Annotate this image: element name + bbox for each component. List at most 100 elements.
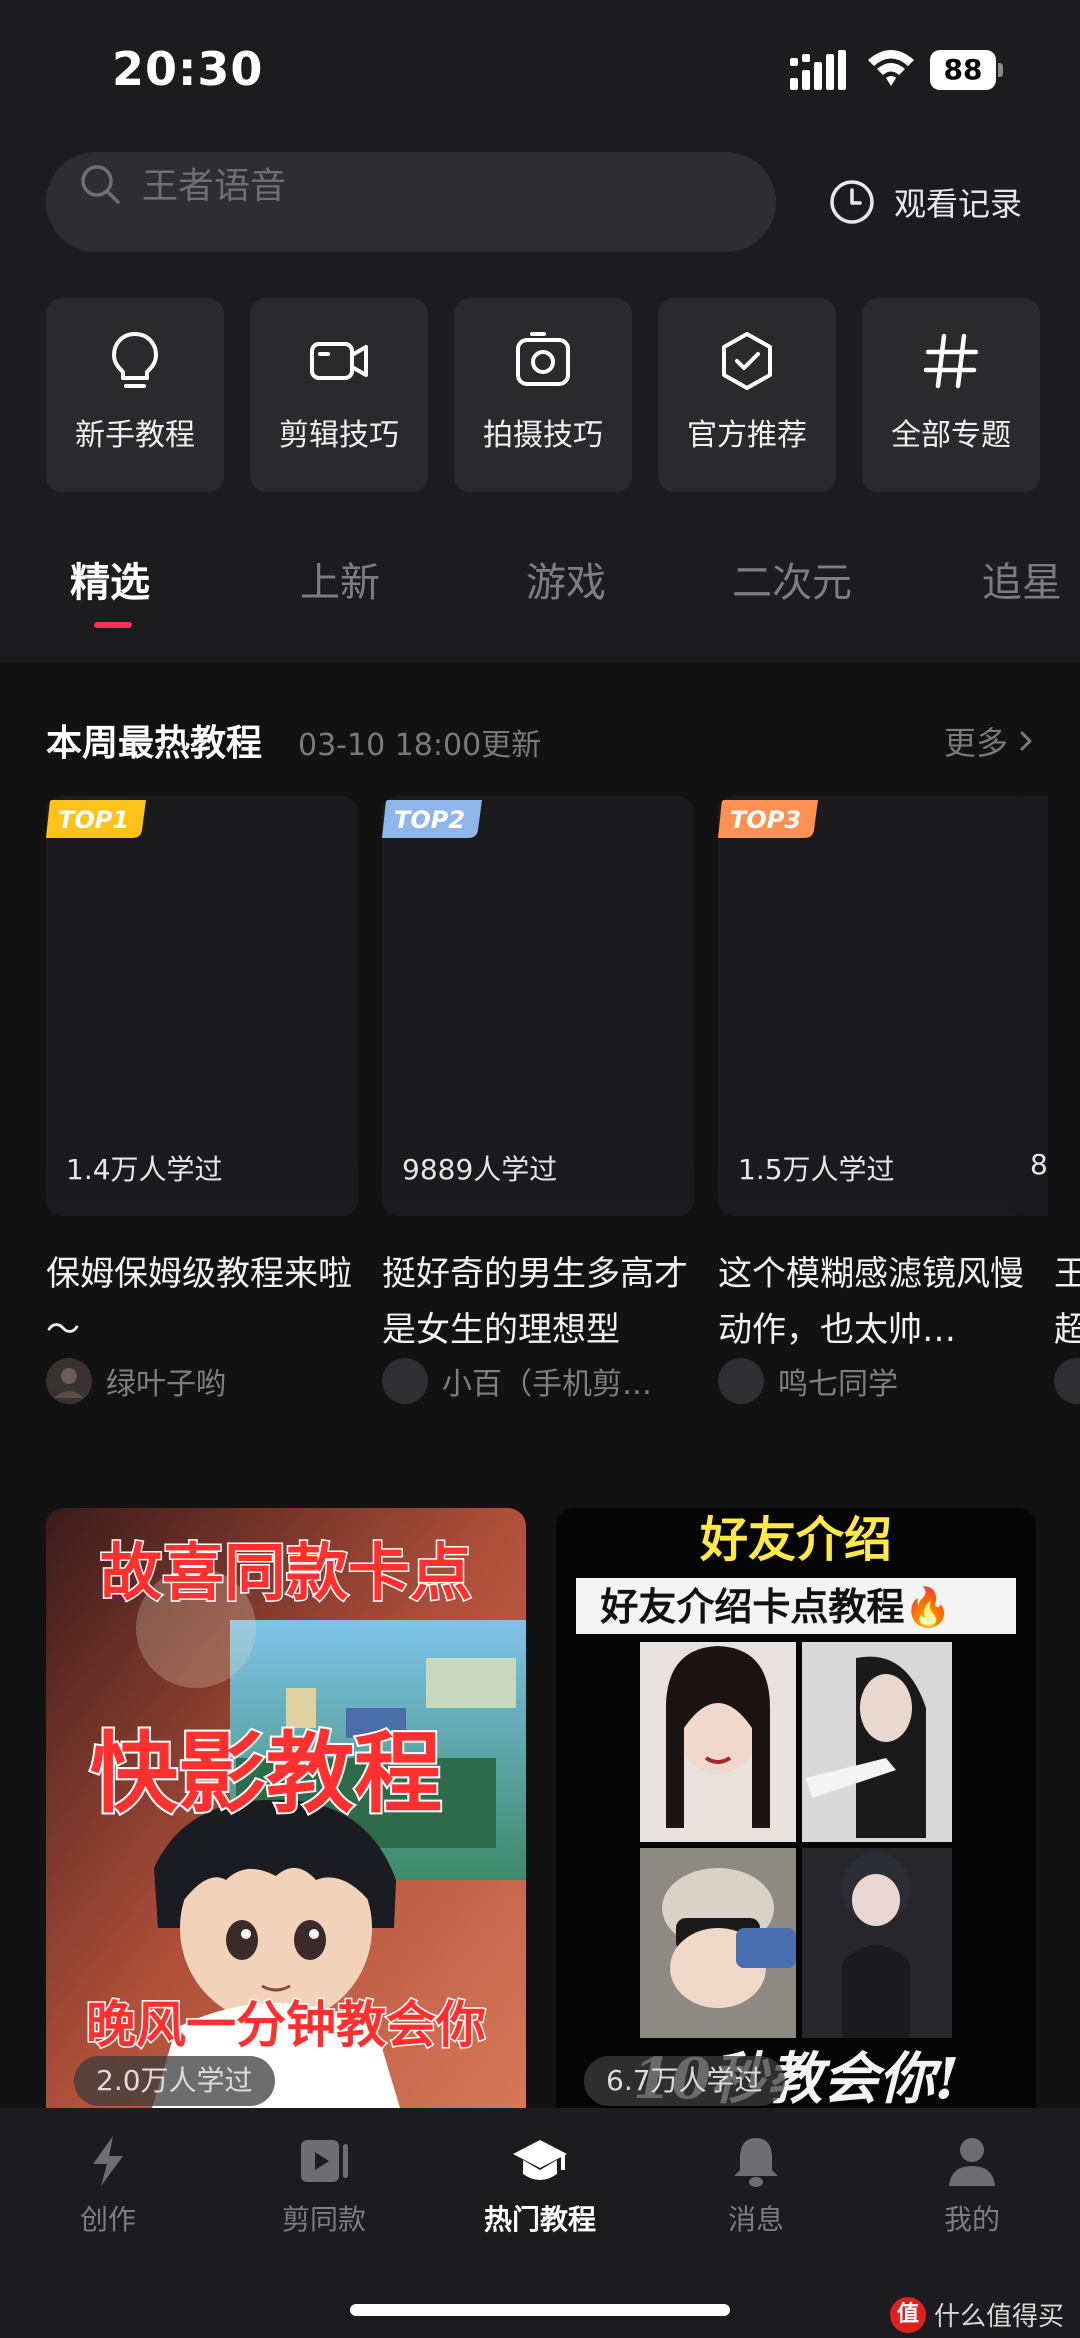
hot-section-title: 本周最热教程 <box>46 723 263 764</box>
watermark-text: 什么值得买 <box>933 2302 1064 2332</box>
feed-headline: 故喜同款卡点 <box>100 1536 472 1609</box>
wifi-icon <box>868 50 914 86</box>
tutorial-title: 王 超 <box>1054 1246 1080 1358</box>
category-shooting-tips[interactable]: 拍摄技巧 <box>454 298 632 492</box>
feed-subtitle: 快影教程 <box>90 1722 442 1825</box>
nav-templates[interactable]: 剪同款 <box>244 2132 404 2252</box>
category-editing-tips[interactable]: 剪辑技巧 <box>250 298 428 492</box>
watch-history-label: 观看记录 <box>894 185 1023 223</box>
tab-bar: 精选 上新 游戏 二次元 追星 <box>0 520 1080 660</box>
nav-label: 我的 <box>943 2203 1000 2236</box>
person-icon <box>949 2138 995 2186</box>
lightning-icon <box>93 2136 123 2186</box>
more-button[interactable]: 更多 <box>944 718 1036 764</box>
author-row: 小百（手机剪… <box>382 1356 694 1406</box>
tutorial-thumbnail: TOP1 1.4万人学过 <box>46 796 358 1216</box>
nav-create[interactable]: 创作 <box>28 2132 188 2252</box>
author-row: 绿叶子哟 <box>46 1356 358 1406</box>
feed-thumbnail: 故喜同款卡点 快影教程 晚风一分钟教会你 <box>46 1508 526 2108</box>
video-camera-icon <box>310 342 368 380</box>
tutorial-thumbnail: TOP3 1.5万人学过 <box>718 796 1030 1216</box>
more-label: 更多 <box>943 724 1008 762</box>
tab-anime[interactable]: 二次元 <box>732 550 852 608</box>
rank-badge: TOP3 <box>718 800 818 838</box>
nav-hot-tutorials[interactable]: 热门教程 <box>460 2132 620 2252</box>
tutorial-title-line: 超 <box>1054 1310 1080 1350</box>
feed-caption: 晚风一分钟教会你 <box>86 1996 486 2054</box>
tab-featured[interactable]: 精选 <box>70 550 150 608</box>
watermark-logo: 值 <box>889 2296 926 2333</box>
tutorial-feed: 故喜同款卡点 快影教程 晚风一分钟教会你 2.0万人学过 好友介绍 好友介绍卡点… <box>46 1508 1036 2108</box>
feed-card[interactable]: 好友介绍 好友介绍卡点教程🔥 10秒教会你! 6.7万人学过 <box>556 1508 1036 2108</box>
hot-tutorial-card[interactable]: TOP2 9889人学过 挺好奇的男生多高才是女生的理想型 小百（手机剪… <box>382 796 694 1404</box>
status-time: 20:30 <box>112 42 264 96</box>
battery-level: 88 <box>930 50 996 90</box>
hot-section-updated: 03-10 18:00更新 <box>298 728 542 763</box>
category-beginner[interactable]: 新手教程 <box>46 298 224 492</box>
nav-label: 热门教程 <box>483 2203 596 2236</box>
hashtag-icon <box>923 333 979 389</box>
nav-label: 剪同款 <box>281 2203 366 2236</box>
nav-messages[interactable]: 消息 <box>676 2132 836 2252</box>
feed-headline: 好友介绍 <box>699 1512 892 1568</box>
category-label: 官方推荐 <box>687 418 807 453</box>
hot-tutorial-card[interactable]: TOP1 1.4万人学过 保姆保姆级教程来啦～ 绿叶子哟 <box>46 796 358 1404</box>
learned-count: 1.4万人学过 <box>66 1153 223 1186</box>
header: 观看记录 <box>0 140 1080 260</box>
nav-label: 消息 <box>727 2203 784 2236</box>
feed-thumbnail: 好友介绍 好友介绍卡点教程🔥 10秒教会你! <box>556 1508 1036 2108</box>
tutorial-title: 保姆保姆级教程来啦～ <box>46 1254 352 1350</box>
tab-games[interactable]: 游戏 <box>526 550 606 608</box>
battery-icon: 88 <box>930 50 1003 90</box>
search-icon <box>81 165 120 204</box>
app-screen: 20:30 88 王者语音 观看记录 新手教程 剪辑技巧 拍摄技巧 官方推荐 全… <box>0 0 1080 2338</box>
chevron-right-icon <box>1020 731 1032 751</box>
author-name: 小百（手机剪… <box>442 1367 652 1402</box>
category-label: 新手教程 <box>75 418 195 453</box>
category-official-picks[interactable]: 官方推荐 <box>658 298 836 492</box>
rank-badge: TOP2 <box>382 800 482 838</box>
category-label: 拍摄技巧 <box>483 418 603 453</box>
rank-badge-text: TOP3 <box>730 806 801 834</box>
main-content: 本周最热教程 03-10 18:00更新 更多 TOP1 1.4万人学过 保姆保… <box>0 662 1080 2108</box>
video-template-icon <box>301 2140 348 2182</box>
learned-count: 2.0万人学过 <box>74 2056 275 2106</box>
tutorial-title: 这个模糊感滤镜风慢动作，也太帅… <box>718 1254 1024 1350</box>
cellular-signal-icon <box>790 50 846 90</box>
shield-check-icon <box>722 332 772 390</box>
watermark: 值 什么值得买 <box>889 2296 1064 2333</box>
status-bar: 20:30 88 <box>0 0 1080 140</box>
hot-tutorial-card[interactable]: TOP3 1.5万人学过 这个模糊感滤镜风慢动作，也太帅… 鸣七同学 <box>718 796 1030 1404</box>
feed-card[interactable]: 故喜同款卡点 快影教程 晚风一分钟教会你 2.0万人学过 <box>46 1508 526 2108</box>
rank-badge-text: TOP2 <box>394 806 465 834</box>
learned-count: 8 <box>1030 1148 1048 1181</box>
nav-label: 创作 <box>79 2203 136 2236</box>
search-bar[interactable] <box>46 152 776 252</box>
author-name: 绿叶子哟 <box>106 1367 226 1402</box>
avatar <box>718 1358 764 1404</box>
author-name: 鸣七同学 <box>778 1367 898 1402</box>
tutorial-title: 挺好奇的男生多高才是女生的理想型 <box>382 1254 688 1350</box>
watch-history-button[interactable]: 观看记录 <box>828 176 1022 228</box>
clock-icon <box>830 180 874 224</box>
avatar <box>382 1358 428 1404</box>
tab-idols[interactable]: 追星 <box>982 550 1062 608</box>
home-indicator[interactable] <box>350 2304 730 2316</box>
hot-tutorial-card-partial[interactable]: 8 王 超 <box>1008 796 1080 1404</box>
learned-count: 6.7万人学过 <box>584 2056 785 2106</box>
author-row: 鸣七同学 <box>718 1356 1030 1406</box>
category-all-topics[interactable]: 全部专题 <box>862 298 1040 492</box>
search-input[interactable] <box>142 156 742 216</box>
learned-count: 1.5万人学过 <box>738 1153 895 1186</box>
category-grid: 新手教程 剪辑技巧 拍摄技巧 官方推荐 全部专题 <box>46 298 1046 492</box>
tab-active-indicator <box>94 622 132 628</box>
rank-badge: TOP1 <box>46 800 146 838</box>
category-label: 剪辑技巧 <box>279 418 399 453</box>
nav-profile[interactable]: 我的 <box>892 2132 1052 2252</box>
learned-count: 9889人学过 <box>402 1153 558 1186</box>
tutorial-thumbnail: TOP2 9889人学过 <box>382 796 694 1216</box>
graduation-cap-icon <box>513 2140 567 2180</box>
battery-tip <box>998 63 1003 77</box>
tab-new[interactable]: 上新 <box>300 550 380 608</box>
rank-badge-text: TOP1 <box>58 806 129 834</box>
